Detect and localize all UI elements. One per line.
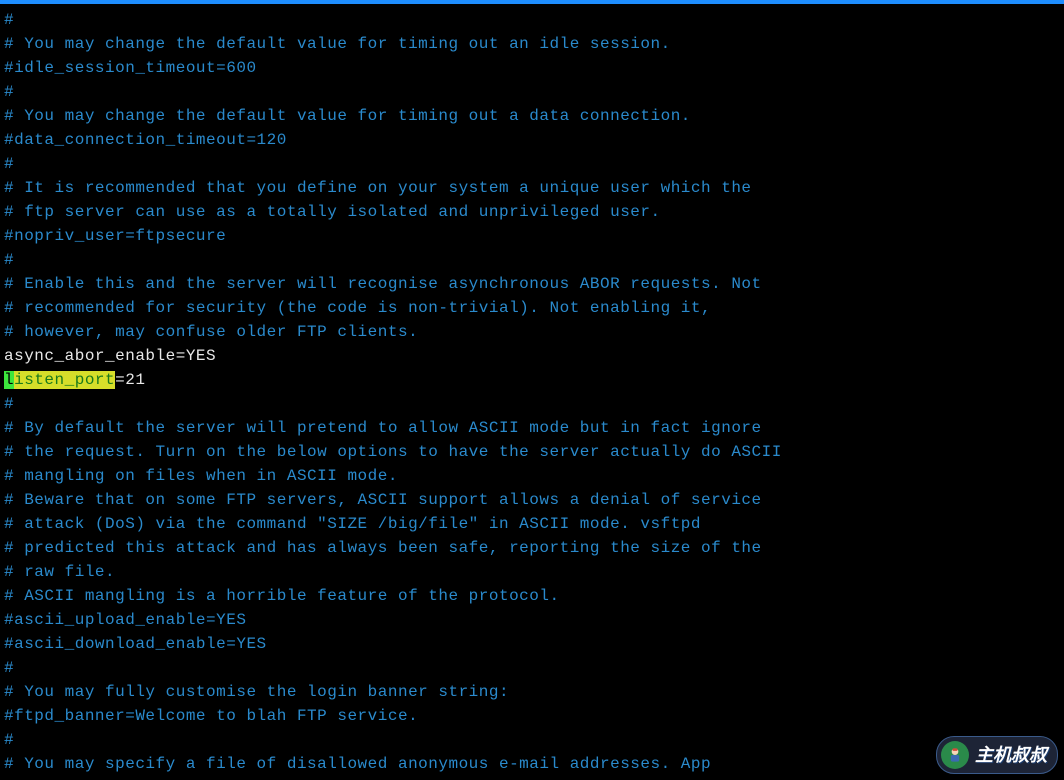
comment-text: # [4,83,14,101]
editor-line: # however, may confuse older FTP clients… [4,320,1064,344]
comment-text: # [4,731,14,749]
comment-text: # ftp server can use as a totally isolat… [4,203,661,221]
watermark-label: 主机叔叔 [975,743,1047,767]
editor-line: # You may change the default value for t… [4,32,1064,56]
comment-text: #ascii_upload_enable=YES [4,611,246,629]
comment-text: # You may specify a file of disallowed a… [4,755,711,773]
comment-text: # By default the server will pretend to … [4,419,762,437]
editor-line: #ascii_upload_enable=YES [4,608,1064,632]
comment-text: # however, may confuse older FTP clients… [4,323,418,341]
comment-text: # It is recommended that you define on y… [4,179,752,197]
editor-line: # Beware that on some FTP servers, ASCII… [4,488,1064,512]
editor-line: # [4,392,1064,416]
editor-line: #ftpd_banner=Welcome to blah FTP service… [4,704,1064,728]
comment-text: # [4,155,14,173]
editor-line: # attack (DoS) via the command "SIZE /bi… [4,512,1064,536]
comment-text: # recommended for security (the code is … [4,299,711,317]
editor-line: async_abor_enable=YES [4,344,1064,368]
editor-line: #idle_session_timeout=600 [4,56,1064,80]
editor-line: #data_connection_timeout=120 [4,128,1064,152]
comment-text: #data_connection_timeout=120 [4,131,287,149]
comment-text: # [4,11,14,29]
comment-text: # mangling on files when in ASCII mode. [4,467,398,485]
editor-line: # [4,656,1064,680]
comment-text: # the request. Turn on the below options… [4,443,782,461]
comment-text: #idle_session_timeout=600 [4,59,257,77]
config-value: =21 [115,371,145,389]
comment-text: # predicted this attack and has always b… [4,539,762,557]
comment-text: #nopriv_user=ftpsecure [4,227,226,245]
comment-text: # [4,659,14,677]
watermark-avatar-icon [941,741,969,769]
comment-text: # Enable this and the server will recogn… [4,275,762,293]
editor-line: #nopriv_user=ftpsecure [4,224,1064,248]
editor-line: # You may fully customise the login bann… [4,680,1064,704]
editor-line: listen_port=21 [4,368,1064,392]
comment-text: # attack (DoS) via the command "SIZE /bi… [4,515,701,533]
editor-line: # ASCII mangling is a horrible feature o… [4,584,1064,608]
editor-line: # [4,152,1064,176]
editor-line: #ascii_download_enable=YES [4,632,1064,656]
editor-line: # [4,728,1064,752]
comment-text: #ascii_download_enable=YES [4,635,267,653]
editor-line: # Enable this and the server will recogn… [4,272,1064,296]
comment-text: # [4,251,14,269]
comment-text: # Beware that on some FTP servers, ASCII… [4,491,762,509]
comment-text: # [4,395,14,413]
terminal-editor[interactable]: # # You may change the default value for … [0,4,1064,776]
editor-line: # You may change the default value for t… [4,104,1064,128]
editor-line: # ftp server can use as a totally isolat… [4,200,1064,224]
editor-line: # It is recommended that you define on y… [4,176,1064,200]
editor-line: # predicted this attack and has always b… [4,536,1064,560]
editor-line: # [4,8,1064,32]
config-key-highlight: isten_port [14,371,115,389]
editor-cursor: l [4,371,14,389]
comment-text: # You may change the default value for t… [4,35,671,53]
comment-text: # You may change the default value for t… [4,107,691,125]
editor-line: # the request. Turn on the below options… [4,440,1064,464]
editor-line: # mangling on files when in ASCII mode. [4,464,1064,488]
comment-text: # You may fully customise the login bann… [4,683,509,701]
editor-line: # [4,80,1064,104]
comment-text: #ftpd_banner=Welcome to blah FTP service… [4,707,418,725]
comment-text: # raw file. [4,563,115,581]
config-text: async_abor_enable=YES [4,347,216,365]
comment-text: # ASCII mangling is a horrible feature o… [4,587,560,605]
editor-line: # You may specify a file of disallowed a… [4,752,1064,776]
editor-line: # raw file. [4,560,1064,584]
editor-line: # By default the server will pretend to … [4,416,1064,440]
editor-line: # recommended for security (the code is … [4,296,1064,320]
watermark-badge: 主机叔叔 [936,736,1058,774]
editor-line: # [4,248,1064,272]
